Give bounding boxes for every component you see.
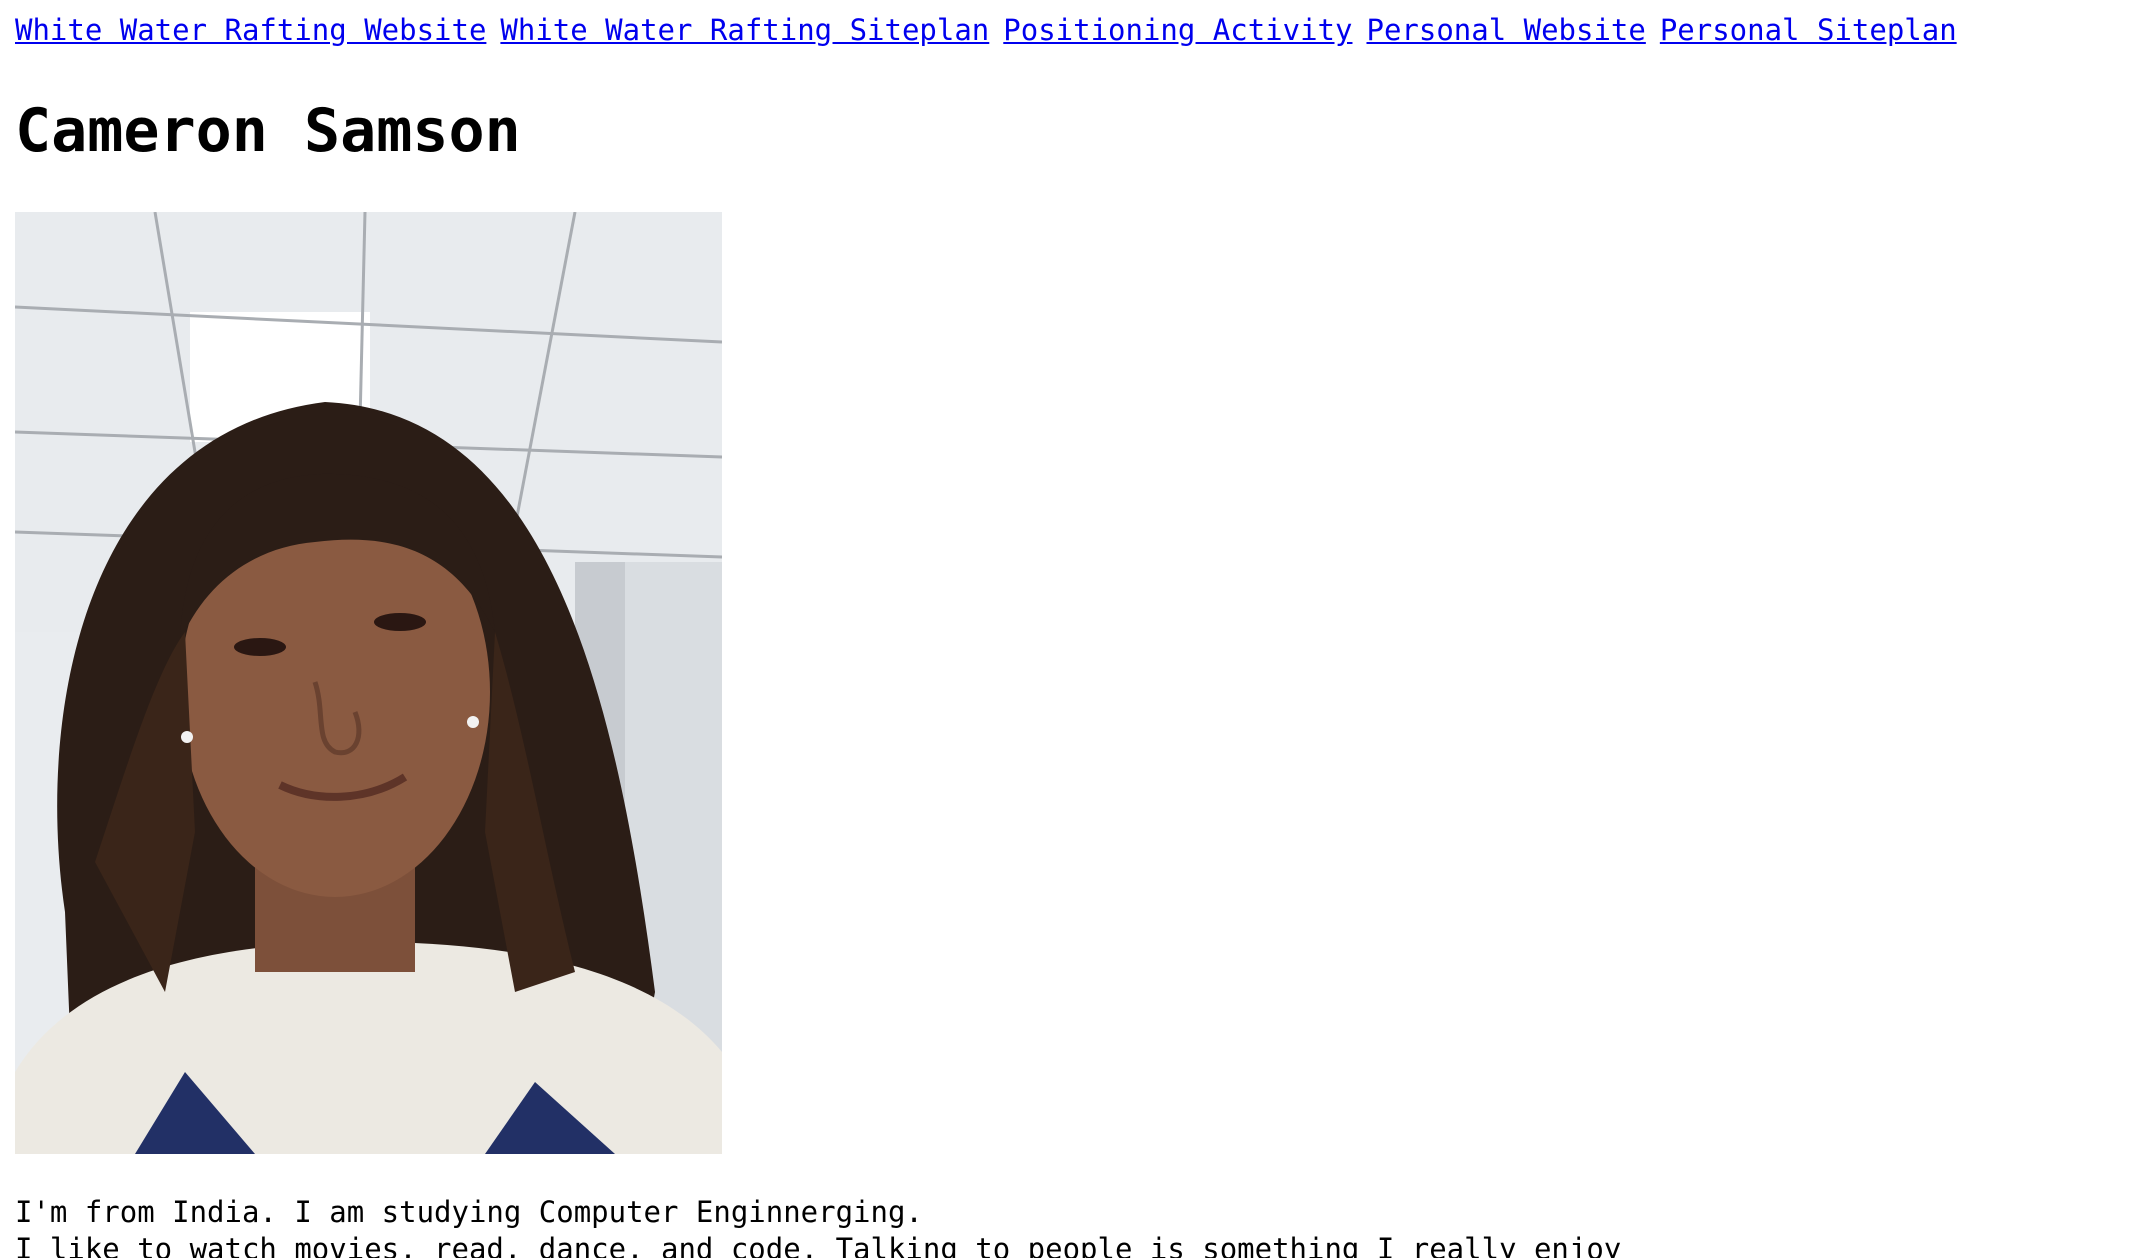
profile-photo-illustration bbox=[15, 212, 722, 1154]
bio-line-1: I'm from India. I am studying Computer E… bbox=[15, 1195, 923, 1229]
nav-link-white-water-rafting-siteplan[interactable]: White Water Rafting Siteplan bbox=[500, 13, 989, 47]
profile-photo bbox=[15, 212, 722, 1154]
nav-link-personal-website[interactable]: Personal Website bbox=[1366, 13, 1645, 47]
nav-link-positioning-activity[interactable]: Positioning Activity bbox=[1003, 13, 1352, 47]
page-title: Cameron Samson bbox=[15, 96, 521, 166]
bio-line-2: I like to watch movies, read, dance, and… bbox=[15, 1232, 1622, 1258]
nav-link-personal-siteplan[interactable]: Personal Siteplan bbox=[1660, 13, 1957, 47]
bio-text: I'm from India. I am studying Computer E… bbox=[15, 1194, 1621, 1258]
top-nav: White Water Rafting Website White Water R… bbox=[15, 10, 1971, 50]
nav-link-white-water-rafting-website[interactable]: White Water Rafting Website bbox=[15, 13, 486, 47]
